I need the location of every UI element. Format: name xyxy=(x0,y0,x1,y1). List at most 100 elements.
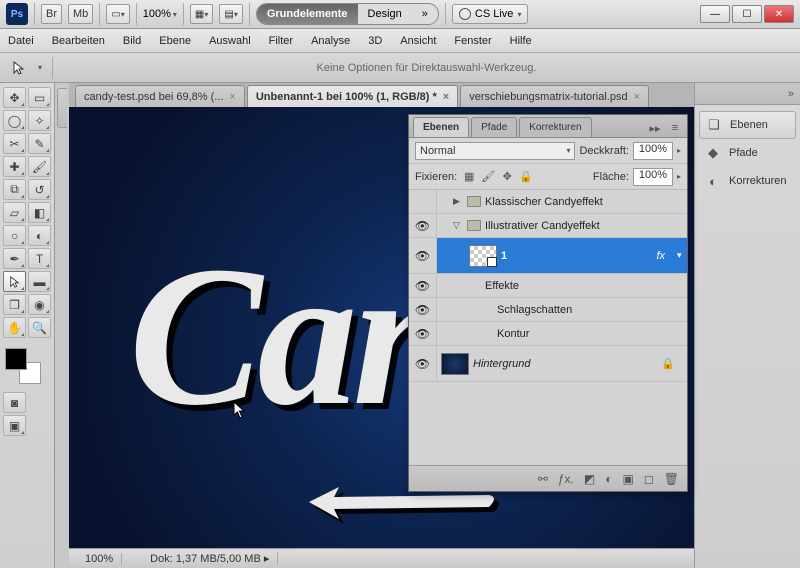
healing-tool[interactable]: ✚ xyxy=(3,156,26,177)
window-close[interactable]: ✕ xyxy=(764,5,794,23)
lock-position-icon[interactable]: ✥ xyxy=(499,169,515,185)
window-maximize[interactable]: ☐ xyxy=(732,5,762,23)
gradient-tool[interactable]: ◧ xyxy=(28,202,51,223)
adjustment-layer-icon[interactable]: ◐ xyxy=(605,472,612,486)
shape-tool[interactable]: ▬ xyxy=(28,271,51,292)
layers-tab-ebenen[interactable]: Ebenen xyxy=(413,117,469,137)
layer-thumbnail[interactable]: ▾ xyxy=(469,245,497,267)
pen-tool[interactable]: ✒ xyxy=(3,248,26,269)
screen-mode-button[interactable]: ▭▾ xyxy=(106,4,129,24)
visibility-toggle[interactable]: 👁 xyxy=(409,274,437,297)
minibridge-button[interactable]: Mb xyxy=(68,4,93,24)
doc-tab-unbenannt[interactable]: Unbenannt-1 bei 100% (1, RGB/8) *× xyxy=(247,85,458,107)
visibility-toggle[interactable]: 👁 xyxy=(409,214,437,237)
blend-mode-select[interactable]: Normal▾ xyxy=(415,142,575,160)
layer-group-klassischer[interactable]: ▶ Klassischer Candyeffekt xyxy=(409,190,687,214)
panel-shortcut-korrekturen[interactable]: ◐ Korrekturen xyxy=(699,167,796,195)
visibility-toggle[interactable] xyxy=(409,190,437,213)
zoom-tool[interactable]: 🔍 xyxy=(28,317,51,338)
close-icon[interactable]: × xyxy=(229,91,235,103)
visibility-toggle[interactable]: 👁 xyxy=(409,346,437,381)
lock-all-icon[interactable]: 🔒 xyxy=(518,169,534,185)
link-layers-icon[interactable]: ⚯ xyxy=(538,472,548,486)
expand-panels-icon[interactable]: » xyxy=(788,88,794,100)
menu-datei[interactable]: Datei xyxy=(8,35,34,47)
bridge-button[interactable]: Br xyxy=(41,4,62,24)
lock-transparency-icon[interactable]: ▦ xyxy=(461,169,477,185)
dodge-tool[interactable]: ◐ xyxy=(28,225,51,246)
collapsed-panel-tab[interactable] xyxy=(57,88,67,128)
menu-3d[interactable]: 3D xyxy=(368,35,382,47)
3d-camera-tool[interactable]: ◉ xyxy=(28,294,51,315)
marquee-tool[interactable]: ▭ xyxy=(28,87,51,108)
menu-hilfe[interactable]: Hilfe xyxy=(510,35,532,47)
delete-layer-icon[interactable]: 🗑 xyxy=(664,472,679,486)
layers-tab-pfade[interactable]: Pfade xyxy=(471,117,517,137)
menu-bearbeiten[interactable]: Bearbeiten xyxy=(52,35,105,47)
hand-tool[interactable]: ✋ xyxy=(3,317,26,338)
status-doc-size[interactable]: Dok: 1,37 MB/5,00 MB ▸ xyxy=(142,552,278,565)
fill-input[interactable]: 100% xyxy=(633,168,673,186)
cs-live-button[interactable]: CS Live▾ xyxy=(452,4,529,24)
direct-selection-tool[interactable] xyxy=(3,271,26,292)
layer-group-illustrativer[interactable]: 👁 ▽ Illustrativer Candyeffekt xyxy=(409,214,687,238)
menu-analyse[interactable]: Analyse xyxy=(311,35,350,47)
layer-hintergrund[interactable]: 👁 Hintergrund 🔒 xyxy=(409,346,687,382)
zoom-select[interactable]: 100%▾ xyxy=(143,8,177,20)
quick-mask-toggle[interactable]: ◙ xyxy=(3,392,26,413)
menu-ebene[interactable]: Ebene xyxy=(159,35,191,47)
layer-style-icon[interactable]: ƒx. xyxy=(558,472,574,486)
close-icon[interactable]: × xyxy=(443,91,449,103)
doc-tab-candy-test[interactable]: candy-test.psd bei 69,8% (...× xyxy=(75,85,245,107)
expand-icon[interactable]: ▽ xyxy=(453,220,463,231)
menu-bild[interactable]: Bild xyxy=(123,35,141,47)
menu-ansicht[interactable]: Ansicht xyxy=(400,35,436,47)
new-layer-icon[interactable]: ◻ xyxy=(644,472,654,486)
brush-tool[interactable]: 🖌 xyxy=(28,156,51,177)
view-extras-button[interactable]: ▦▾ xyxy=(190,4,213,24)
fx-indicator[interactable]: fx xyxy=(656,250,673,262)
layer-mask-icon[interactable]: ◩ xyxy=(584,472,595,486)
menu-fenster[interactable]: Fenster xyxy=(454,35,491,47)
menu-auswahl[interactable]: Auswahl xyxy=(209,35,251,47)
new-group-icon[interactable]: ▣ xyxy=(622,472,633,486)
layers-tab-korrekturen[interactable]: Korrekturen xyxy=(519,117,591,137)
eraser-tool[interactable]: ▱ xyxy=(3,202,26,223)
panel-shortcut-ebenen[interactable]: ❏ Ebenen xyxy=(699,111,796,139)
lasso-tool[interactable]: ◯ xyxy=(3,110,26,131)
panel-shortcut-pfade[interactable]: ◆ Pfade xyxy=(699,139,796,167)
visibility-toggle[interactable]: 👁 xyxy=(409,298,437,321)
layer-smart-object-1[interactable]: 👁 ▾ 1 fx ▾ xyxy=(409,238,687,274)
opacity-slider-icon[interactable]: ▸ xyxy=(677,146,681,155)
doc-tab-verschiebung[interactable]: verschiebungsmatrix-tutorial.psd× xyxy=(460,85,649,107)
menu-filter[interactable]: Filter xyxy=(269,35,293,47)
layer-effect-kontur[interactable]: 👁 Kontur xyxy=(409,322,687,346)
status-zoom[interactable]: 100% xyxy=(77,553,122,565)
3d-tool[interactable]: ❐ xyxy=(3,294,26,315)
collapse-icon[interactable]: ▶ xyxy=(453,196,463,207)
close-icon[interactable]: × xyxy=(634,91,640,103)
magic-wand-tool[interactable]: ✧ xyxy=(28,110,51,131)
window-minimize[interactable]: — xyxy=(700,5,730,23)
arrange-docs-button[interactable]: ▤▾ xyxy=(219,4,242,24)
visibility-toggle[interactable]: 👁 xyxy=(409,322,437,345)
move-tool[interactable]: ✥ xyxy=(3,87,26,108)
crop-tool[interactable]: ✂ xyxy=(3,133,26,154)
foreground-color-swatch[interactable] xyxy=(5,348,27,370)
fill-slider-icon[interactable]: ▸ xyxy=(677,172,681,181)
workspace-switcher[interactable]: Grundelemente Design » xyxy=(256,3,439,25)
visibility-toggle[interactable]: 👁 xyxy=(409,238,437,273)
panel-collapse-icon[interactable]: ▸▸ xyxy=(647,122,663,135)
opacity-input[interactable]: 100% xyxy=(633,142,673,160)
layer-effect-schlagschatten[interactable]: 👁 Schlagschatten xyxy=(409,298,687,322)
stamp-tool[interactable]: ⧉ xyxy=(3,179,26,200)
layer-thumbnail[interactable] xyxy=(441,353,469,375)
panel-menu-icon[interactable]: ≡ xyxy=(667,122,683,135)
color-swatches[interactable] xyxy=(3,346,43,386)
blur-tool[interactable]: ○ xyxy=(3,225,26,246)
layer-effects-header[interactable]: 👁 Effekte xyxy=(409,274,687,298)
lock-pixels-icon[interactable]: 🖌 xyxy=(480,169,496,185)
screen-mode-toggle[interactable]: ▣ xyxy=(3,415,26,436)
type-tool[interactable]: T xyxy=(28,248,51,269)
eyedropper-tool[interactable]: ✎ xyxy=(28,133,51,154)
